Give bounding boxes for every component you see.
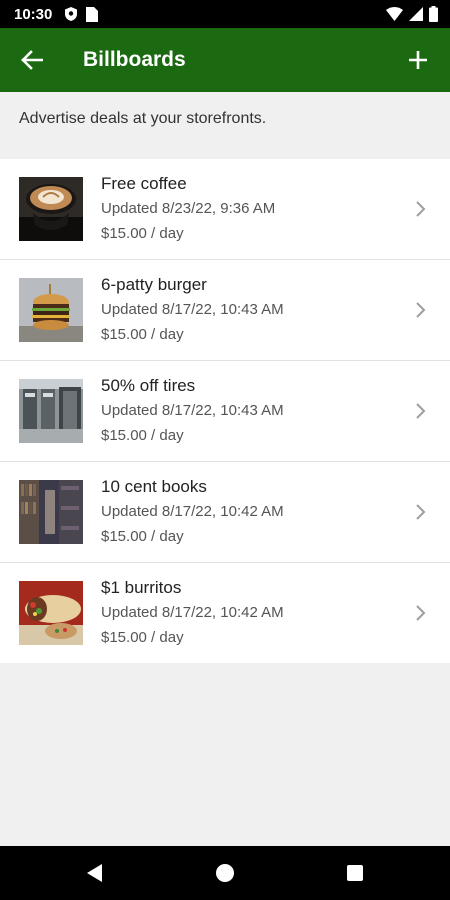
system-nav-bar <box>0 846 450 900</box>
recents-square-icon <box>347 865 363 881</box>
coffee-image <box>19 177 83 241</box>
arrow-left-icon <box>21 50 43 70</box>
battery-icon <box>429 6 438 22</box>
billboard-updated: Updated 8/23/22, 9:36 AM <box>101 200 276 217</box>
billboard-price: $15.00 / day <box>101 326 184 343</box>
billboard-title: Free coffee <box>101 174 187 193</box>
billboard-updated: Updated 8/17/22, 10:43 AM <box>101 402 284 419</box>
billboard-title: 6-patty burger <box>101 275 207 294</box>
billboard-item-6-patty-burger[interactable]: 6-patty burger Updated 8/17/22, 10:43 AM… <box>0 260 450 361</box>
billboard-item-1-burritos[interactable]: $1 burritos Updated 8/17/22, 10:42 AM $1… <box>0 563 450 663</box>
back-triangle-icon <box>87 864 102 882</box>
chevron-right-icon <box>416 605 426 621</box>
billboard-title: 50% off tires <box>101 376 196 395</box>
billboard-title: $1 burritos <box>101 578 182 597</box>
billboard-price: $15.00 / day <box>101 427 184 444</box>
chevron-right-icon <box>416 504 426 520</box>
nav-home-button[interactable] <box>195 846 255 900</box>
nav-back-button[interactable] <box>65 846 125 900</box>
chevron-right-icon <box>416 403 426 419</box>
status-time: 10:30 <box>14 5 53 23</box>
tire-shop-image <box>19 379 83 443</box>
signal-icon <box>409 7 423 21</box>
billboard-price: $15.00 / day <box>101 225 184 242</box>
add-billboard-button[interactable] <box>398 40 438 80</box>
chevron-right-icon <box>416 201 426 217</box>
burger-image <box>19 278 83 342</box>
billboard-item-free-coffee[interactable]: Free coffee Updated 8/23/22, 9:36 AM $15… <box>0 159 450 260</box>
nav-recents-button[interactable] <box>325 846 385 900</box>
billboard-item-10-cent-books[interactable]: 10 cent books Updated 8/17/22, 10:42 AM … <box>0 462 450 563</box>
plus-icon <box>409 51 427 69</box>
app-bar: Billboards <box>0 28 450 92</box>
burrito-image <box>19 581 83 645</box>
billboard-item-50-off-tires[interactable]: 50% off tires Updated 8/17/22, 10:43 AM … <box>0 361 450 462</box>
billboard-price: $15.00 / day <box>101 528 184 545</box>
billboard-list: Free coffee Updated 8/23/22, 9:36 AM $15… <box>0 159 450 663</box>
home-circle-icon <box>216 864 234 882</box>
shield-icon <box>65 7 78 21</box>
page-description: Advertise deals at your storefronts. <box>19 110 267 127</box>
wifi-icon <box>386 7 403 21</box>
sim-card-icon <box>86 6 99 22</box>
billboard-updated: Updated 8/17/22, 10:43 AM <box>101 301 284 318</box>
chevron-right-icon <box>416 302 426 318</box>
bookshelf-image <box>19 480 83 544</box>
status-bar: 10:30 <box>0 0 450 28</box>
billboard-updated: Updated 8/17/22, 10:42 AM <box>101 604 284 621</box>
billboard-updated: Updated 8/17/22, 10:42 AM <box>101 503 284 520</box>
billboard-title: 10 cent books <box>101 477 207 496</box>
back-button[interactable] <box>12 40 52 80</box>
billboard-price: $15.00 / day <box>101 629 184 646</box>
page-title: Billboards <box>83 48 186 71</box>
